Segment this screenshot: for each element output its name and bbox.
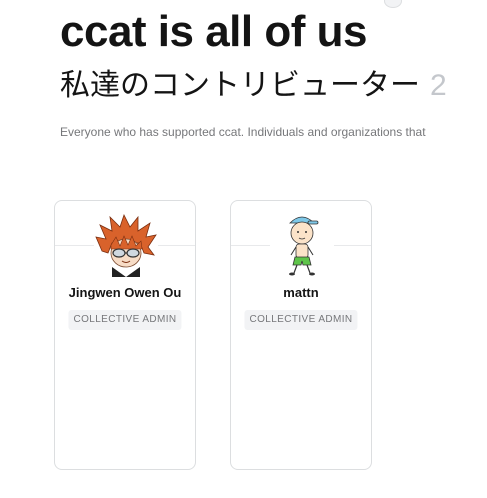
role-badge: COLLECTIVE ADMIN: [244, 310, 358, 330]
contributors-heading-label: 私達のコントリビューター: [60, 69, 420, 102]
contributor-name[interactable]: mattn: [231, 285, 371, 300]
contributor-name[interactable]: Jingwen Owen Ou: [55, 285, 195, 300]
scroll-indicator: [384, 0, 402, 8]
contributors-heading: 私達のコントリビューター 2: [60, 66, 447, 106]
contributors-description: Everyone who has supported ccat. Individ…: [60, 125, 426, 139]
role-badge: COLLECTIVE ADMIN: [68, 310, 182, 330]
contributor-card[interactable]: Jingwen Owen Ou COLLECTIVE ADMIN: [54, 200, 196, 470]
page-title: ccat is all of us: [60, 7, 367, 56]
contributor-card[interactable]: mattn COLLECTIVE ADMIN: [230, 200, 372, 470]
contributor-count: 2: [430, 69, 447, 102]
cartoon-boy-avatar-icon[interactable]: [270, 213, 334, 277]
contributors-page: ccat is all of us 私達のコントリビューター 2 Everyone…: [0, 0, 487, 498]
spiky-orange-hair-avatar-icon[interactable]: [94, 213, 158, 277]
